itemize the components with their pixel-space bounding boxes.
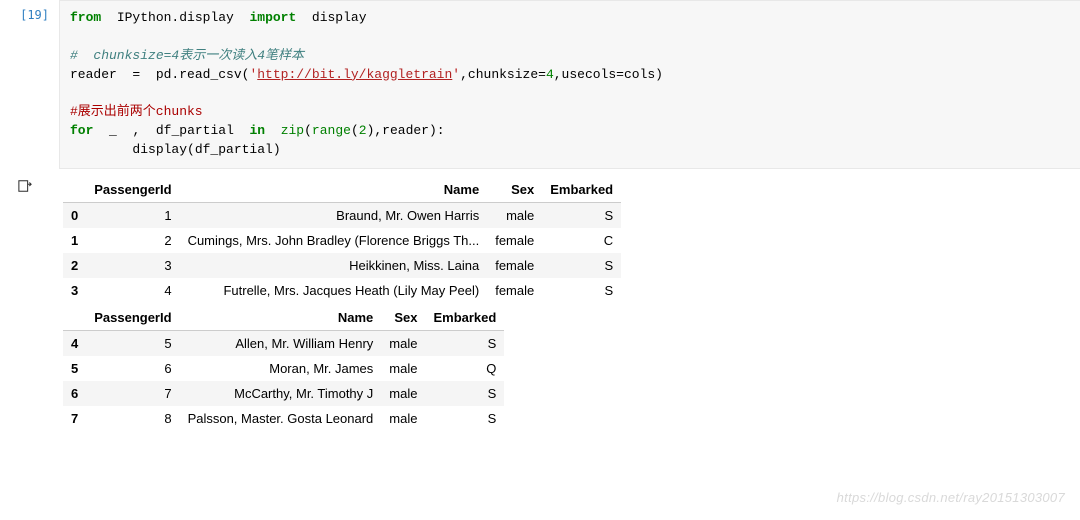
- row-index: 5: [63, 356, 86, 381]
- builtin-range: range: [312, 123, 351, 138]
- table-cell: 4: [86, 278, 179, 303]
- table-cell: S: [425, 330, 504, 356]
- table-row: 67McCarthy, Mr. Timothy JmaleS: [63, 381, 504, 406]
- table-cell: S: [542, 202, 621, 228]
- column-header: Sex: [487, 177, 542, 203]
- column-header: Embarked: [425, 305, 504, 331]
- column-header: PassengerId: [86, 177, 179, 203]
- import-name: display: [312, 10, 367, 25]
- table-cell: 8: [86, 406, 179, 431]
- builtin-zip: zip: [281, 123, 304, 138]
- table-row: 45Allen, Mr. William HenrymaleS: [63, 330, 504, 356]
- table-cell: Cumings, Mrs. John Bradley (Florence Bri…: [180, 228, 488, 253]
- table-cell: McCarthy, Mr. Timothy J: [180, 381, 382, 406]
- keyword-for: for: [70, 123, 93, 138]
- watermark: https://blog.csdn.net/ray20151303007: [837, 490, 1065, 505]
- code-text: display(df_partial): [70, 142, 281, 157]
- number-literal: 4: [546, 67, 554, 82]
- table-cell: 5: [86, 330, 179, 356]
- code-editor[interactable]: from IPython.display import display # ch…: [59, 0, 1080, 169]
- table-cell: Braund, Mr. Owen Harris: [180, 202, 488, 228]
- table-cell: male: [381, 406, 425, 431]
- table-cell: 6: [86, 356, 179, 381]
- input-cell: [19] from IPython.display import display…: [0, 0, 1080, 169]
- output-body: PassengerIdNameSexEmbarked 01Braund, Mr.…: [55, 173, 1080, 433]
- table-cell: female: [487, 278, 542, 303]
- comment-line: #展示出前两个chunks: [70, 104, 203, 119]
- keyword-in: in: [249, 123, 265, 138]
- url-string[interactable]: http://bit.ly/kaggletrain: [257, 67, 452, 82]
- table-cell: Allen, Mr. William Henry: [180, 330, 382, 356]
- table-cell: female: [487, 253, 542, 278]
- row-index: 3: [63, 278, 86, 303]
- column-header: Embarked: [542, 177, 621, 203]
- row-index: 7: [63, 406, 86, 431]
- code-text: ,chunksize=: [460, 67, 546, 82]
- table-cell: S: [425, 381, 504, 406]
- table-cell: Heikkinen, Miss. Laina: [180, 253, 488, 278]
- table-cell: 2: [86, 228, 179, 253]
- keyword-from: from: [70, 10, 101, 25]
- row-index: 2: [63, 253, 86, 278]
- comment-line: # chunksize=4表示一次读入4笔样本: [70, 48, 304, 63]
- table-cell: Q: [425, 356, 504, 381]
- table-cell: male: [381, 381, 425, 406]
- table-cell: Futrelle, Mrs. Jacques Heath (Lily May P…: [180, 278, 488, 303]
- code-text: ,usecols=cols): [554, 67, 663, 82]
- table-cell: S: [425, 406, 504, 431]
- table-cell: C: [542, 228, 621, 253]
- table-cell: female: [487, 228, 542, 253]
- table-cell: Palsson, Master. Gosta Leonard: [180, 406, 382, 431]
- table-cell: Moran, Mr. James: [180, 356, 382, 381]
- table-cell: male: [381, 356, 425, 381]
- row-index: 4: [63, 330, 86, 356]
- module-name: IPython.display: [117, 10, 234, 25]
- row-index: 1: [63, 228, 86, 253]
- column-header: PassengerId: [86, 305, 179, 331]
- table-row: 78Palsson, Master. Gosta LeonardmaleS: [63, 406, 504, 431]
- row-index: 0: [63, 202, 86, 228]
- keyword-import: import: [249, 10, 296, 25]
- table-cell: S: [542, 253, 621, 278]
- input-prompt: [19]: [4, 0, 59, 169]
- column-header: Sex: [381, 305, 425, 331]
- table-row: 01Braund, Mr. Owen HarrismaleS: [63, 202, 621, 228]
- table-cell: 3: [86, 253, 179, 278]
- row-index: 6: [63, 381, 86, 406]
- table-cell: 7: [86, 381, 179, 406]
- column-header: Name: [180, 177, 488, 203]
- table-row: 23Heikkinen, Miss. LainafemaleS: [63, 253, 621, 278]
- code-text: reader = pd.read_csv(: [70, 67, 249, 82]
- table-cell: male: [381, 330, 425, 356]
- table-cell: 1: [86, 202, 179, 228]
- dataframe-table-1: PassengerIdNameSexEmbarked 01Braund, Mr.…: [63, 177, 621, 303]
- table-cell: male: [487, 202, 542, 228]
- column-header: Name: [180, 305, 382, 331]
- column-header: [63, 305, 86, 331]
- table-row: 12Cumings, Mrs. John Bradley (Florence B…: [63, 228, 621, 253]
- dataframe-table-2: PassengerIdNameSexEmbarked 45Allen, Mr. …: [63, 305, 504, 431]
- column-header: [63, 177, 86, 203]
- output-cell: PassengerIdNameSexEmbarked 01Braund, Mr.…: [0, 173, 1080, 433]
- table-cell: S: [542, 278, 621, 303]
- output-indicator-icon: [0, 173, 55, 433]
- table-row: 34Futrelle, Mrs. Jacques Heath (Lily May…: [63, 278, 621, 303]
- table-row: 56Moran, Mr. JamesmaleQ: [63, 356, 504, 381]
